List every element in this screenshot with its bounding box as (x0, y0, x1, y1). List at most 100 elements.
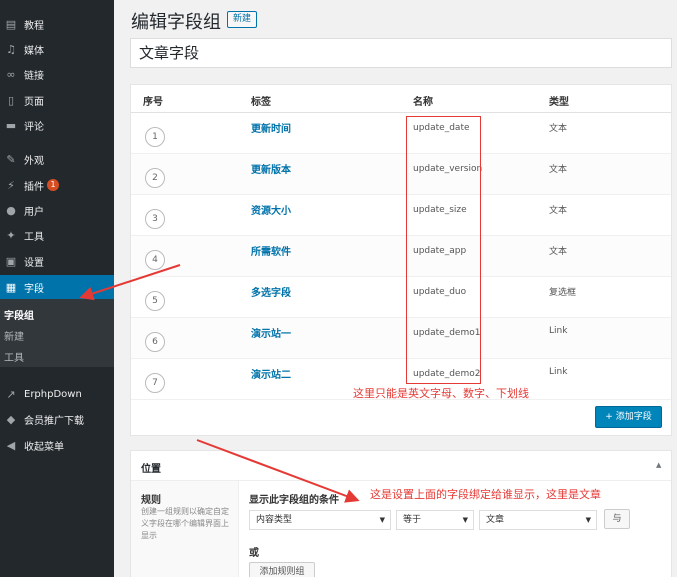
fields-table-header: 序号 标签 名称 类型 (131, 85, 671, 113)
fields-submenu: 字段组 新建 工具 (0, 299, 114, 367)
field-label-link[interactable]: 更新版本 (251, 161, 291, 176)
column-label: 标签 (251, 97, 271, 108)
comment-icon: ▬ (5, 118, 17, 132)
rule-param-value: 内容类型 (256, 515, 293, 525)
field-label-link[interactable]: 演示站二 (251, 366, 291, 381)
field-type: 复选框 (549, 288, 577, 298)
submenu-item-add-new[interactable]: 新建 (4, 328, 24, 343)
fields-icon: ▦ (5, 280, 17, 294)
sidebar-item-page[interactable]: ▯ 页面 (0, 88, 114, 112)
sidebar-item-appearance[interactable]: ✎ 外观 (0, 147, 114, 171)
field-label-link[interactable]: 资源大小 (251, 202, 291, 217)
field-order-handle[interactable]: 3 (145, 209, 165, 229)
sidebar-item-erphpdown[interactable]: ↗ ErphpDown (0, 382, 114, 406)
sidebar-item-tutorial[interactable]: ▤ 教程 (0, 12, 114, 36)
table-row[interactable]: 4 所需软件 update_app 文本 (131, 236, 671, 277)
field-label-link[interactable]: 多选字段 (251, 284, 291, 299)
location-panel: 位置 ▲ 规则 创建一组规则以确定自定义字段在哪个编辑界面上显示 显示此字段组的… (130, 450, 672, 577)
tool-icon: ✦ (6, 228, 16, 242)
table-row[interactable]: 1 更新时间 update_date 文本 (131, 113, 671, 154)
sidebar-item-comment[interactable]: ▬ 评论 (0, 113, 114, 137)
tutorial-icon: ▤ (5, 17, 17, 31)
shield-icon: ◆ (6, 412, 16, 426)
table-row[interactable]: 5 多选字段 update_duo 复选框 (131, 277, 671, 318)
rules-sidebar: 规则 创建一组规则以确定自定义字段在哪个编辑界面上显示 (131, 481, 239, 577)
sidebar-item-settings[interactable]: ▣ 设置 (0, 249, 114, 273)
rules-title: 规则 (141, 495, 161, 506)
collapse-toggle-icon[interactable]: ▲ (656, 461, 661, 469)
sidebar-item-collapse[interactable]: ◀ 收起菜单 (0, 433, 114, 457)
group-title-input[interactable]: 文章字段 (130, 38, 672, 68)
field-type: Link (549, 326, 568, 336)
settings-icon: ▣ (5, 254, 17, 268)
table-row[interactable]: 2 更新版本 update_version 文本 (131, 154, 671, 195)
sidebar-item-label: 页面 (24, 96, 44, 108)
sidebar-item-label: 工具 (24, 231, 44, 243)
field-order-handle[interactable]: 2 (145, 168, 165, 188)
add-rule-group-button[interactable]: 添加规则组 (249, 562, 315, 577)
rule-operator-select[interactable]: 等于 ▼ (396, 510, 474, 530)
name-rule-note: 这里只能是英文字母、数字、下划线 (353, 387, 529, 400)
plugin-icon: ⚡ (7, 178, 15, 192)
update-count-badge: 1 (47, 179, 59, 191)
or-label: 或 (249, 548, 259, 559)
field-order-handle[interactable]: 5 (145, 291, 165, 311)
erphpdown-icon: ↗ (6, 387, 16, 401)
add-new-button[interactable]: 新建 (227, 11, 258, 28)
sidebar-item-label: 设置 (24, 257, 44, 269)
add-field-button[interactable]: + 添加字段 (595, 406, 662, 428)
field-type: 文本 (549, 165, 568, 175)
sidebar-item-label: 插件 (24, 181, 44, 193)
field-label-link[interactable]: 演示站一 (251, 325, 291, 340)
name-column-highlight (406, 116, 481, 384)
rule-param-select[interactable]: 内容类型 ▼ (249, 510, 391, 530)
sidebar-item-fields[interactable]: ▦ 字段 (0, 275, 114, 299)
sidebar-item-label: 外观 (24, 155, 44, 167)
field-order-handle[interactable]: 6 (145, 332, 165, 352)
condition-title: 显示此字段组的条件 (249, 495, 339, 506)
collapse-icon: ◀ (6, 438, 16, 452)
sidebar-item-tool[interactable]: ✦ 工具 (0, 223, 114, 247)
sidebar-item-label: 媒体 (24, 45, 44, 57)
field-type: 文本 (549, 124, 568, 134)
sidebar-item-link[interactable]: ∞ 链接 (0, 62, 114, 86)
appearance-icon: ✎ (6, 152, 16, 166)
field-order-handle[interactable]: 1 (145, 127, 165, 147)
field-type: Link (549, 367, 568, 377)
column-order: 序号 (143, 97, 163, 108)
submenu-item-field-groups[interactable]: 字段组 (4, 307, 34, 322)
user-icon: ● (6, 203, 16, 217)
submenu-item-tools[interactable]: 工具 (4, 349, 24, 364)
field-order-handle[interactable]: 4 (145, 250, 165, 270)
field-label-link[interactable]: 所需软件 (251, 243, 291, 258)
sidebar-item-label: 教程 (24, 20, 44, 32)
page-title: 编辑字段组 (131, 12, 221, 33)
sidebar-item-label: 会员推广下载 (24, 415, 84, 427)
sidebar-item-label: 收起菜单 (24, 441, 64, 453)
sidebar-item-label: ErphpDown (24, 388, 82, 400)
location-title: 位置 (141, 464, 161, 475)
table-row[interactable]: 3 资源大小 update_size 文本 (131, 195, 671, 236)
field-order-handle[interactable]: 7 (145, 373, 165, 393)
rule-value-value: 文章 (486, 515, 505, 525)
location-panel-header: 位置 ▲ (131, 451, 671, 481)
rule-value-select[interactable]: 文章 ▼ (479, 510, 597, 530)
fields-panel: 序号 标签 名称 类型 1 更新时间 update_date 文本 2 更新版本 updat… (130, 84, 672, 436)
column-name: 名称 (413, 97, 433, 108)
location-note: 这是设置上面的字段绑定给谁显示，这里是文章 (370, 488, 601, 501)
field-type: 文本 (549, 206, 568, 216)
sidebar-item-label: 字段 (24, 283, 44, 295)
and-button[interactable]: 与 (604, 509, 630, 529)
field-label-link[interactable]: 更新时间 (251, 120, 291, 135)
field-type: 文本 (549, 247, 568, 257)
chevron-down-icon: ▼ (379, 516, 385, 524)
link-icon: ∞ (6, 67, 16, 81)
sidebar-item-user[interactable]: ● 用户 (0, 198, 114, 222)
sidebar-item-media[interactable]: ♫ 媒体 (0, 37, 114, 61)
admin-sidebar: ▤ 教程 ♫ 媒体 ∞ 链接 ▯ 页面 ▬ 评论 ✎ 外观 ⚡ 插件 1 ● 用户 ✦ 工具 ▣ 设置 ▦ 字段 字段组 新… (0, 0, 114, 577)
sidebar-item-plugin[interactable]: ⚡ 插件 1 (0, 173, 114, 197)
chevron-down-icon: ▼ (462, 516, 468, 524)
table-row[interactable]: 6 演示站一 update_demo1 Link (131, 318, 671, 359)
rules-description: 创建一组规则以确定自定义字段在哪个编辑界面上显示 (141, 507, 229, 540)
sidebar-item-shield[interactable]: ◆ 会员推广下载 (0, 407, 114, 431)
